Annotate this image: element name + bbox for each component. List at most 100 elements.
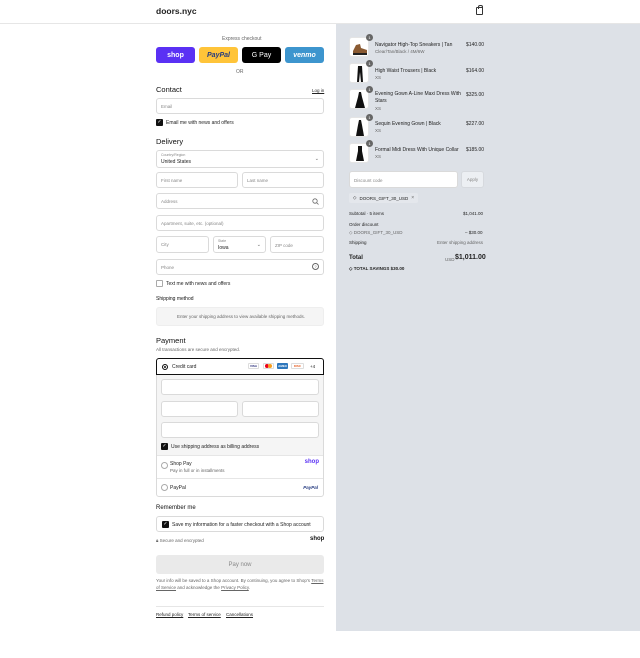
secure-note: 🔒︎ Secure and encrypted	[156, 538, 204, 543]
or-divider: OR	[236, 69, 244, 75]
item-price: $185.00	[466, 147, 485, 153]
paypal-logo: PayPal	[303, 485, 318, 490]
quantity-badge: 1	[366, 86, 373, 93]
security-code-field[interactable]	[242, 401, 319, 417]
item-variant: XS	[375, 106, 382, 111]
more-cards-badge: +4	[310, 364, 316, 369]
address-field[interactable]: Address	[156, 193, 324, 209]
legal-text: Your info will be saved to a Shop accoun…	[156, 578, 324, 590]
search-icon	[312, 198, 319, 205]
item-thumbnail	[349, 117, 369, 137]
item-thumbnail	[349, 89, 369, 109]
email-field[interactable]: Email	[156, 98, 324, 114]
country-select[interactable]: Country/Region United States ⌄	[156, 150, 324, 168]
radio-icon	[161, 462, 168, 469]
item-variant: Clear/Tan/Black / 4M/6W	[375, 49, 425, 54]
item-price: $227.00	[466, 121, 485, 127]
first-name-field[interactable]: First name	[156, 172, 238, 188]
remember-option[interactable]: ✓ Save my information for a faster check…	[156, 516, 324, 532]
contact-heading: Contact	[156, 85, 182, 94]
shipping-method-heading: Shipping method	[156, 296, 194, 302]
privacy-link[interactable]: Privacy Policy	[221, 585, 249, 590]
item-thumbnail	[349, 37, 369, 57]
name-on-card-field[interactable]	[161, 422, 319, 438]
item-variant: XS	[375, 75, 382, 80]
venmo-express-button[interactable]: venmo	[285, 47, 324, 63]
express-checkout-title: Express checkout	[222, 36, 262, 42]
apply-button[interactable]: Apply	[461, 171, 484, 188]
quantity-badge: 1	[366, 34, 373, 41]
subtotal-label: Subtotal · 5 items	[349, 211, 385, 216]
chevron-down-icon: ⌄	[314, 156, 319, 162]
paypal-option[interactable]: PayPal PayPal	[157, 479, 323, 496]
item-name: High Waist Trousers | Black	[375, 68, 437, 74]
remember-heading: Remember me	[156, 505, 196, 511]
total-label: Total	[349, 255, 363, 261]
shop-pay-option[interactable]: Shop Pay Pay in full or in installments …	[157, 456, 323, 478]
save-info-checkbox: ✓	[162, 521, 169, 528]
help-icon: ?	[312, 263, 319, 270]
item-name: Sequin Evening Gown | Black	[375, 121, 441, 127]
terms-of-service-link[interactable]: Terms of service	[188, 612, 221, 617]
login-link[interactable]: Log in	[312, 88, 324, 93]
item-variant: XS	[375, 128, 382, 133]
order-summary-panel	[336, 24, 640, 631]
visa-icon: VISA	[248, 363, 259, 369]
subtotal-value: $1,041.00	[463, 211, 484, 216]
remove-tag-icon[interactable]: ×	[411, 195, 414, 201]
item-price: $164.00	[466, 68, 485, 74]
radio-selected-icon	[162, 364, 168, 370]
last-name-field[interactable]: Last name	[242, 172, 324, 188]
shipping-method-notice: Enter your shipping address to view avai…	[156, 307, 324, 326]
shop-logo: shop	[310, 536, 325, 542]
quantity-badge: 1	[366, 114, 373, 121]
paypal-express-button[interactable]: PayPal	[199, 47, 238, 63]
total-savings: ◇ TOTAL SAVINGS $30.00	[349, 266, 405, 271]
item-price: $325.00	[466, 92, 485, 98]
order-discount-label: Order discount	[349, 222, 379, 227]
text-news-checkbox[interactable]	[156, 280, 163, 287]
discover-icon: DISC	[291, 363, 304, 369]
shopping-bag-icon[interactable]	[476, 5, 483, 15]
footer-divider	[156, 606, 324, 607]
payment-subtitle: All transactions are secure and encrypte…	[156, 347, 241, 352]
news-label: Email me with news and offers	[166, 120, 234, 126]
delivery-heading: Delivery	[156, 137, 184, 146]
billing-checkbox[interactable]: ✓	[161, 443, 168, 450]
card-number-field[interactable]	[161, 379, 319, 395]
quantity-badge: 1	[366, 140, 373, 147]
payment-heading: Payment	[156, 336, 186, 345]
cancellations-link[interactable]: Cancellations	[226, 612, 253, 617]
pay-now-button[interactable]: Pay now	[156, 555, 324, 574]
shop-pay-express-button[interactable]: shop	[156, 47, 195, 63]
shipping-value: Enter shipping address	[437, 240, 484, 245]
refund-policy-link[interactable]: Refund policy	[156, 612, 183, 617]
billing-label: Use shipping address as billing address	[171, 444, 260, 450]
city-field[interactable]: City	[156, 236, 209, 253]
discount-tag: ◇ DOORS_GIFT_30_USD ×	[349, 193, 419, 203]
item-price: $140.00	[466, 42, 485, 48]
radio-icon	[161, 484, 168, 491]
discount-code-field[interactable]: Discount code	[349, 171, 458, 188]
amex-icon: AMEX	[277, 363, 288, 369]
discount-code-row: ◇ DOORS_GIFT_30_USD	[349, 230, 403, 235]
phone-field[interactable]: Phone ?	[156, 259, 324, 275]
state-select[interactable]: State Iowa ⌄	[213, 236, 266, 253]
tag-icon: ◇	[353, 195, 357, 200]
shop-pay-logo: shop	[304, 459, 319, 465]
zip-field[interactable]: ZIP code	[270, 236, 324, 253]
item-name: Evening Gown A-Line Maxi Dress With Star…	[375, 91, 461, 104]
tag-icon: ◇	[349, 230, 353, 235]
news-checkbox[interactable]: ✓	[156, 119, 163, 126]
apartment-field[interactable]: Apartment, suite, etc. (optional)	[156, 215, 324, 231]
lock-icon: 🔒︎	[156, 538, 159, 543]
expiration-field[interactable]	[161, 401, 238, 417]
google-pay-express-button[interactable]: G Pay	[242, 47, 281, 63]
mastercard-icon	[263, 363, 274, 369]
store-logo[interactable]: doors.nyc	[156, 6, 197, 16]
text-news-label: Text me with news and offers	[166, 281, 231, 287]
quantity-badge: 1	[366, 60, 373, 67]
total-value: $1,011.00	[455, 254, 486, 261]
discount-value: – $30.00	[465, 230, 483, 235]
item-name: Navigator High-Top Sneakers | Tan	[375, 42, 453, 48]
